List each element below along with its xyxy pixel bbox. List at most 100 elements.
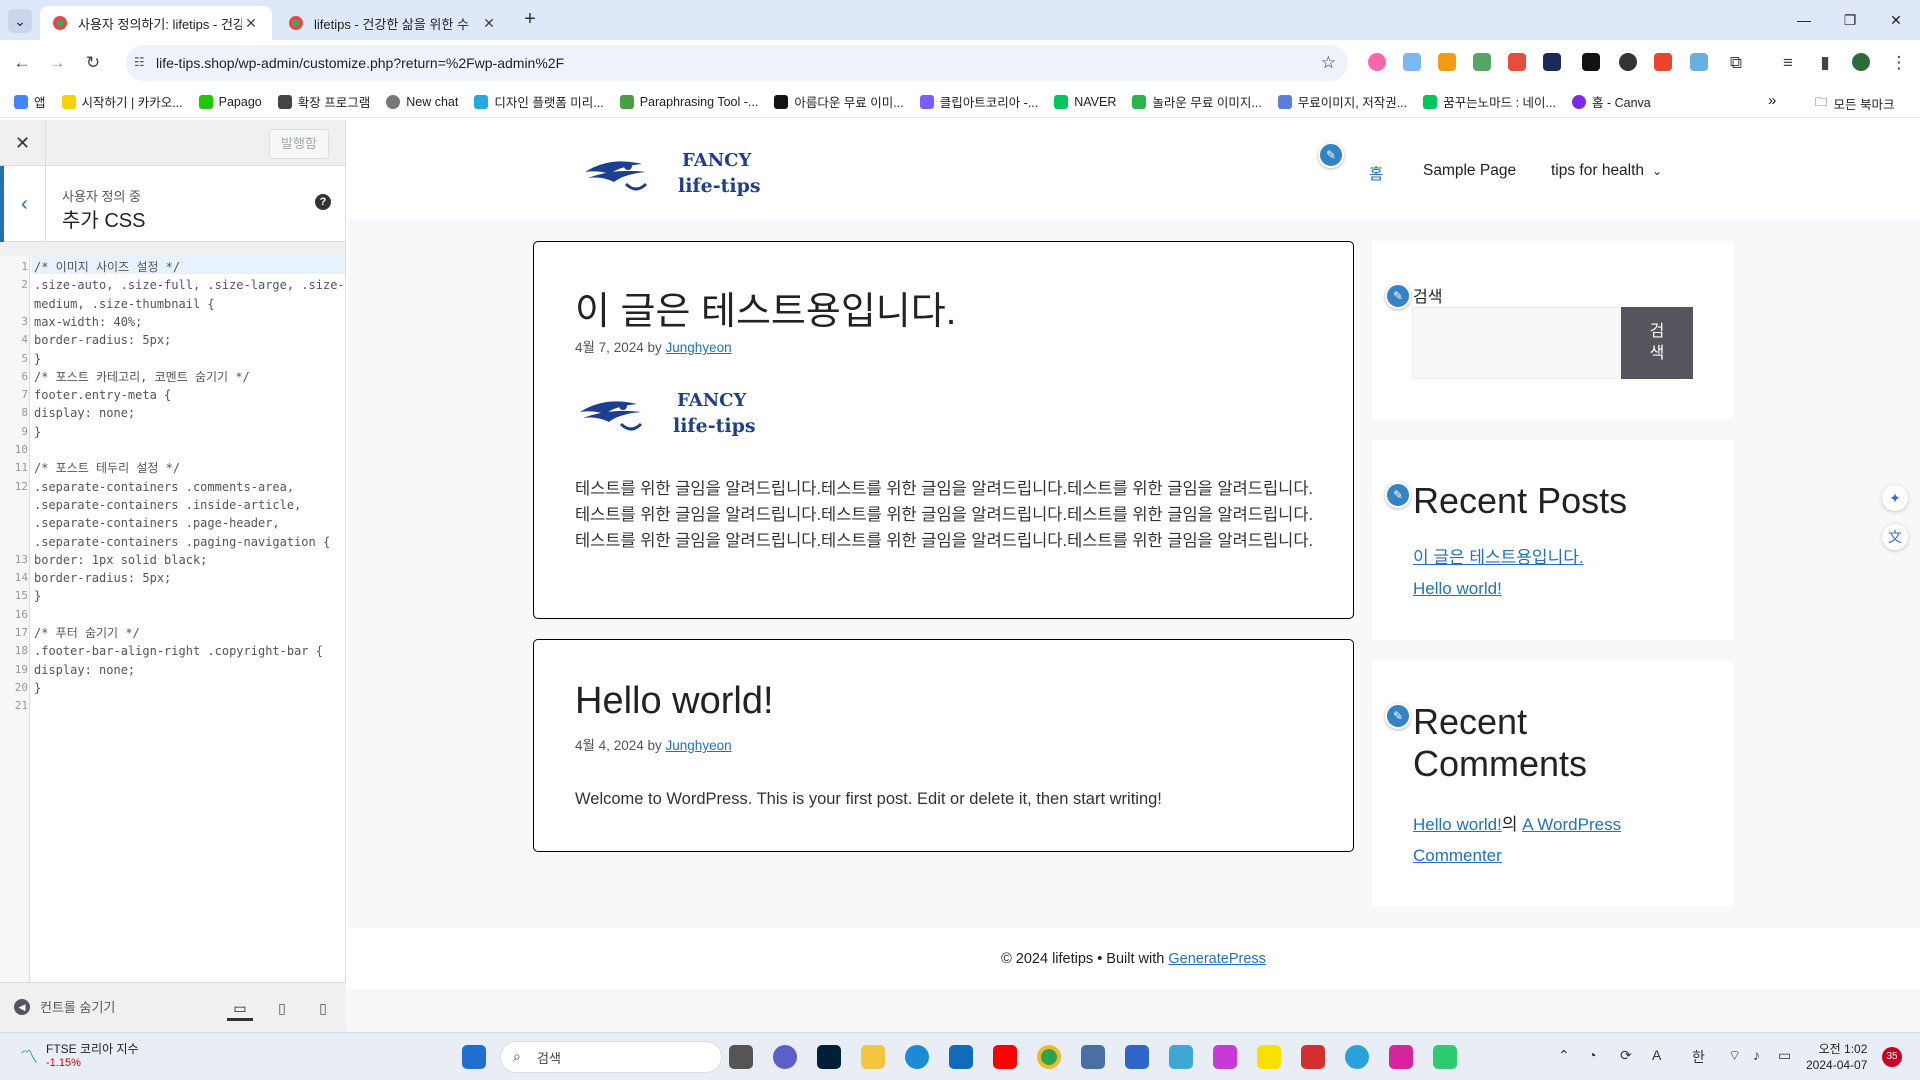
publish-button[interactable]: 발행함: [269, 129, 329, 159]
code-line[interactable]: 21: [0, 697, 345, 715]
mobile-preview-icon[interactable]: ▯: [310, 995, 336, 1021]
tab-list-icon[interactable]: ⌄: [8, 9, 32, 33]
code-line[interactable]: 18 .footer-bar-align-right .copyright-bar…: [0, 642, 345, 660]
tab-customizer[interactable]: 사용자 정의하기: lifetips - 건강 ✕: [40, 6, 272, 40]
menu-item-home[interactable]: 홈: [1369, 162, 1383, 184]
bookmark-item[interactable]: 앱: [14, 92, 46, 111]
calculator-icon[interactable]: [1081, 1045, 1105, 1069]
code-line[interactable]: medium, .size-thumbnail {: [0, 295, 345, 313]
code-line[interactable]: 6 /* 포스트 카테고리, 코멘트 숨기기 */: [0, 368, 345, 386]
mail-icon[interactable]: [949, 1045, 973, 1069]
address-bar[interactable]: ☷ life-tips.shop/wp-admin/customize.php?…: [126, 45, 1348, 81]
edit-shortcut-icon[interactable]: ✎: [1385, 703, 1411, 729]
translate-icon[interactable]: 文: [1882, 524, 1908, 550]
edit-shortcut-icon[interactable]: ✎: [1318, 142, 1344, 168]
code-line[interactable]: 17 /* 푸터 숨기기 */: [0, 624, 345, 642]
bookmark-item[interactable]: 디자인 플랫폼 미리...: [474, 92, 604, 111]
media-icon[interactable]: ≡: [1776, 51, 1800, 75]
code-line[interactable]: 12 .separate-containers .comments-area,: [0, 478, 345, 496]
all-bookmarks[interactable]: 🗀 모든 북마크: [1815, 93, 1895, 114]
task-view-icon[interactable]: [729, 1045, 753, 1069]
ime-icon[interactable]: A: [1652, 1047, 1661, 1063]
generatepress-link[interactable]: GeneratePress: [1168, 951, 1266, 967]
profile-avatar[interactable]: [1852, 53, 1870, 71]
wifi-icon[interactable]: ⌔: [1728, 1047, 1741, 1065]
network-app-icon[interactable]: [1169, 1045, 1193, 1069]
back-icon[interactable]: ←: [10, 51, 34, 75]
extension-icon[interactable]: [1508, 53, 1526, 71]
edit-shortcut-icon[interactable]: ✎: [1385, 283, 1411, 309]
code-line[interactable]: 15}: [0, 587, 345, 605]
extension-icon[interactable]: [1654, 53, 1672, 71]
bookmark-item[interactable]: 홈 - Canva: [1571, 92, 1651, 111]
extension-icon[interactable]: [1543, 53, 1561, 71]
tab-lifetips[interactable]: lifetips - 건강한 삶을 위한 수 ✕: [276, 6, 510, 40]
reload-icon[interactable]: ↻: [81, 51, 105, 75]
telegram-icon[interactable]: [1345, 1045, 1369, 1069]
notification-badge[interactable]: 35: [1882, 1047, 1902, 1067]
tray-overflow-icon[interactable]: ⌃: [1558, 1047, 1570, 1064]
code-line[interactable]: 9}: [0, 423, 345, 441]
code-line[interactable]: .separate-containers .page-header,: [0, 514, 345, 532]
bookmark-item[interactable]: Papago: [198, 94, 262, 109]
extension-icon[interactable]: [1473, 53, 1491, 71]
snipping-tool-icon[interactable]: [1213, 1045, 1237, 1069]
search-input[interactable]: [1412, 307, 1620, 379]
site-info-icon[interactable]: ☷: [134, 55, 148, 69]
bookmark-item[interactable]: 아름다운 무료 이미...: [774, 92, 904, 111]
bookmark-star-icon[interactable]: ☆: [1321, 53, 1336, 73]
author-link[interactable]: Junghyeon: [666, 738, 732, 753]
css-code-editor[interactable]: 1 /* 이미지 사이즈 설정 */ 2 .size-auto, .size-full…: [0, 256, 345, 982]
extension-icon[interactable]: [1619, 53, 1637, 71]
code-line[interactable]: 2 .size-auto, .size-full, .size-large, .s…: [0, 276, 345, 294]
app-icon[interactable]: [1301, 1045, 1325, 1069]
recent-post-link[interactable]: 이 글은 테스트용입니다.: [1413, 543, 1584, 568]
bookmark-item[interactable]: 무료이미지, 저작권...: [1277, 92, 1407, 111]
extensions-puzzle-icon[interactable]: ⧉: [1724, 51, 1748, 75]
code-line[interactable]: 11 /* 포스트 테두리 설정 */: [0, 459, 345, 477]
code-line[interactable]: 20}: [0, 679, 345, 697]
notepad-icon[interactable]: [1125, 1045, 1149, 1069]
code-line[interactable]: 4 border-radius: 5px;: [0, 331, 345, 349]
code-line[interactable]: 7 footer.entry-meta {: [0, 386, 345, 404]
bookmark-item[interactable]: 꿈꾸는노마드 : 네이...: [1423, 92, 1556, 111]
comment-post-link[interactable]: Hello world!: [1413, 815, 1502, 834]
desktop-preview-icon[interactable]: ▭: [227, 995, 253, 1021]
code-line[interactable]: 16: [0, 606, 345, 624]
app-icon[interactable]: [1433, 1045, 1457, 1069]
bookmark-item[interactable]: NAVER: [1054, 94, 1116, 109]
photoshop-icon[interactable]: [817, 1045, 841, 1069]
site-logo[interactable]: FANCY life-tips: [580, 142, 770, 202]
extension-icon[interactable]: [1438, 53, 1456, 71]
side-panel-icon[interactable]: ▮: [1813, 51, 1837, 75]
file-explorer-icon[interactable]: [861, 1045, 885, 1069]
tablet-preview-icon[interactable]: ▯: [269, 995, 295, 1021]
sparkle-icon[interactable]: ✦: [1882, 485, 1908, 511]
post-date[interactable]: 4월 7, 2024: [575, 340, 644, 355]
close-tab-icon[interactable]: ✕: [242, 14, 260, 32]
restore-icon[interactable]: ❐: [1827, 6, 1873, 34]
extension-icon[interactable]: [1403, 53, 1421, 71]
code-line[interactable]: 13 border: 1px solid black;: [0, 551, 345, 569]
taskbar-search[interactable]: ⌕ 검색: [500, 1041, 722, 1073]
post-title[interactable]: Hello world!: [575, 680, 774, 723]
hide-controls-button[interactable]: ◀ 컨트롤 숨기기: [14, 997, 115, 1016]
recent-post-link[interactable]: Hello world!: [1413, 579, 1502, 599]
close-customizer-icon[interactable]: ✕: [0, 120, 46, 166]
new-tab-icon[interactable]: +: [518, 8, 542, 32]
menu-item-tips-for-health[interactable]: tips for health ⌄: [1551, 162, 1662, 180]
menu-item-sample-page[interactable]: Sample Page: [1423, 162, 1516, 180]
post-title[interactable]: 이 글은 테스트용입니다.: [575, 280, 956, 335]
code-line[interactable]: 14 border-radius: 5px;: [0, 569, 345, 587]
edit-shortcut-icon[interactable]: ✎: [1385, 482, 1411, 508]
youtube-icon[interactable]: [993, 1045, 1017, 1069]
code-line[interactable]: 10: [0, 441, 345, 459]
close-tab-icon[interactable]: ✕: [480, 14, 498, 32]
search-button[interactable]: 검색: [1621, 307, 1693, 379]
code-line[interactable]: 3 max-width: 40%;: [0, 313, 345, 331]
more-bookmarks-icon[interactable]: »: [1768, 92, 1776, 109]
bookmark-item[interactable]: 놀라운 무료 이미지...: [1132, 92, 1262, 111]
language-icon[interactable]: 한: [1692, 1047, 1705, 1067]
code-line[interactable]: .separate-containers .paging-navigation …: [0, 533, 345, 551]
code-line[interactable]: 1 /* 이미지 사이즈 설정 */: [0, 258, 345, 276]
